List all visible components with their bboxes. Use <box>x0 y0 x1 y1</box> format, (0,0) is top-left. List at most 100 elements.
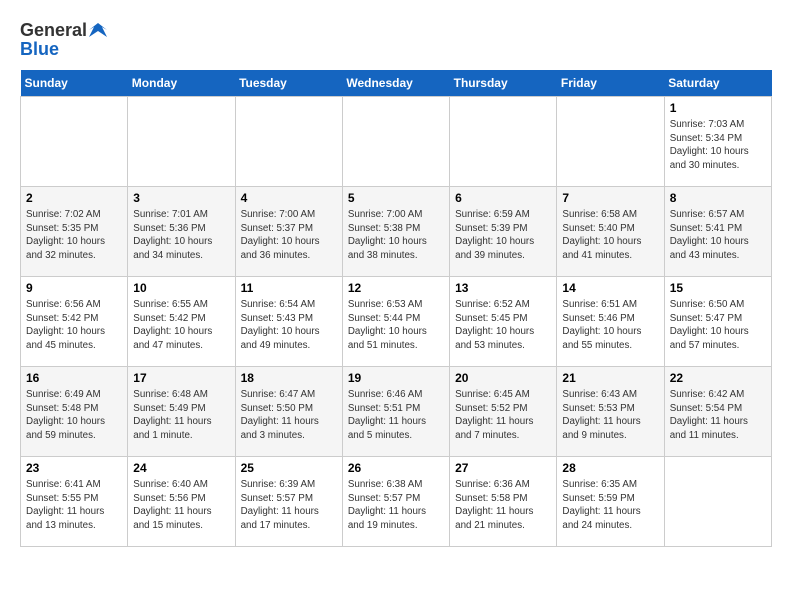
day-info: Sunrise: 6:47 AM Sunset: 5:50 PM Dayligh… <box>241 388 337 443</box>
calendar-cell: 12 Sunrise: 6:53 AM Sunset: 5:44 PM Dayli… <box>342 277 449 367</box>
calendar-cell: 2 Sunrise: 7:02 AM Sunset: 5:35 PM Daylig… <box>21 187 128 277</box>
day-number: 11 <box>241 281 337 295</box>
day-info: Sunrise: 6:38 AM Sunset: 5:57 PM Dayligh… <box>348 478 444 533</box>
calendar-week-4: 16 Sunrise: 6:49 AM Sunset: 5:48 PM Dayli… <box>21 367 772 457</box>
logo-bird-icon <box>89 23 107 37</box>
calendar-cell: 18 Sunrise: 6:47 AM Sunset: 5:50 PM Dayli… <box>235 367 342 457</box>
day-number: 19 <box>348 371 444 385</box>
calendar-cell: 10 Sunrise: 6:55 AM Sunset: 5:42 PM Dayli… <box>128 277 235 367</box>
day-info: Sunrise: 7:01 AM Sunset: 5:36 PM Dayligh… <box>133 208 229 263</box>
calendar-table: SundayMondayTuesdayWednesdayThursdayFrid… <box>20 70 772 547</box>
day-number: 2 <box>26 191 122 205</box>
logo-blue-text: Blue <box>20 39 59 60</box>
weekday-header-saturday: Saturday <box>664 70 771 97</box>
calendar-cell: 17 Sunrise: 6:48 AM Sunset: 5:49 PM Dayli… <box>128 367 235 457</box>
calendar-cell: 28 Sunrise: 6:35 AM Sunset: 5:59 PM Dayli… <box>557 457 664 547</box>
calendar-cell: 20 Sunrise: 6:45 AM Sunset: 5:52 PM Dayli… <box>450 367 557 457</box>
day-number: 14 <box>562 281 658 295</box>
weekday-header-friday: Friday <box>557 70 664 97</box>
calendar-cell: 16 Sunrise: 6:49 AM Sunset: 5:48 PM Dayli… <box>21 367 128 457</box>
day-info: Sunrise: 7:00 AM Sunset: 5:38 PM Dayligh… <box>348 208 444 263</box>
weekday-header-monday: Monday <box>128 70 235 97</box>
calendar-cell: 11 Sunrise: 6:54 AM Sunset: 5:43 PM Dayli… <box>235 277 342 367</box>
day-info: Sunrise: 6:57 AM Sunset: 5:41 PM Dayligh… <box>670 208 766 263</box>
calendar-cell: 26 Sunrise: 6:38 AM Sunset: 5:57 PM Dayli… <box>342 457 449 547</box>
day-number: 5 <box>348 191 444 205</box>
weekday-header-row: SundayMondayTuesdayWednesdayThursdayFrid… <box>21 70 772 97</box>
day-number: 16 <box>26 371 122 385</box>
calendar-cell: 27 Sunrise: 6:36 AM Sunset: 5:58 PM Dayli… <box>450 457 557 547</box>
page-header: General Blue <box>20 20 772 60</box>
day-info: Sunrise: 6:49 AM Sunset: 5:48 PM Dayligh… <box>26 388 122 443</box>
calendar-cell: 7Sunrise: 6:58 AM Sunset: 5:40 PM Daylig… <box>557 187 664 277</box>
day-number: 6 <box>455 191 551 205</box>
calendar-cell <box>664 457 771 547</box>
day-info: Sunrise: 6:55 AM Sunset: 5:42 PM Dayligh… <box>133 298 229 353</box>
calendar-cell <box>235 97 342 187</box>
weekday-header-sunday: Sunday <box>21 70 128 97</box>
day-info: Sunrise: 6:43 AM Sunset: 5:53 PM Dayligh… <box>562 388 658 443</box>
day-info: Sunrise: 7:02 AM Sunset: 5:35 PM Dayligh… <box>26 208 122 263</box>
calendar-cell: 1 Sunrise: 7:03 AM Sunset: 5:34 PM Daylig… <box>664 97 771 187</box>
calendar-week-1: 1 Sunrise: 7:03 AM Sunset: 5:34 PM Daylig… <box>21 97 772 187</box>
calendar-cell: 9 Sunrise: 6:56 AM Sunset: 5:42 PM Daylig… <box>21 277 128 367</box>
calendar-cell <box>342 97 449 187</box>
day-info: Sunrise: 6:51 AM Sunset: 5:46 PM Dayligh… <box>562 298 658 353</box>
day-info: Sunrise: 6:36 AM Sunset: 5:58 PM Dayligh… <box>455 478 551 533</box>
day-number: 20 <box>455 371 551 385</box>
day-info: Sunrise: 6:53 AM Sunset: 5:44 PM Dayligh… <box>348 298 444 353</box>
calendar-cell: 14 Sunrise: 6:51 AM Sunset: 5:46 PM Dayli… <box>557 277 664 367</box>
weekday-header-tuesday: Tuesday <box>235 70 342 97</box>
day-info: Sunrise: 7:03 AM Sunset: 5:34 PM Dayligh… <box>670 118 766 173</box>
logo-general-text: General <box>20 20 87 41</box>
day-number: 28 <box>562 461 658 475</box>
day-number: 13 <box>455 281 551 295</box>
day-number: 22 <box>670 371 766 385</box>
day-info: Sunrise: 6:50 AM Sunset: 5:47 PM Dayligh… <box>670 298 766 353</box>
day-info: Sunrise: 6:52 AM Sunset: 5:45 PM Dayligh… <box>455 298 551 353</box>
day-number: 27 <box>455 461 551 475</box>
day-number: 10 <box>133 281 229 295</box>
calendar-cell: 8 Sunrise: 6:57 AM Sunset: 5:41 PM Daylig… <box>664 187 771 277</box>
calendar-week-2: 2 Sunrise: 7:02 AM Sunset: 5:35 PM Daylig… <box>21 187 772 277</box>
day-number: 26 <box>348 461 444 475</box>
calendar-cell: 19 Sunrise: 6:46 AM Sunset: 5:51 PM Dayli… <box>342 367 449 457</box>
calendar-cell: 25Sunrise: 6:39 AM Sunset: 5:57 PM Dayli… <box>235 457 342 547</box>
day-info: Sunrise: 6:48 AM Sunset: 5:49 PM Dayligh… <box>133 388 229 443</box>
day-number: 21 <box>562 371 658 385</box>
calendar-week-3: 9 Sunrise: 6:56 AM Sunset: 5:42 PM Daylig… <box>21 277 772 367</box>
day-number: 4 <box>241 191 337 205</box>
day-info: Sunrise: 6:42 AM Sunset: 5:54 PM Dayligh… <box>670 388 766 443</box>
day-number: 17 <box>133 371 229 385</box>
calendar-cell: 24 Sunrise: 6:40 AM Sunset: 5:56 PM Dayli… <box>128 457 235 547</box>
day-info: Sunrise: 6:39 AM Sunset: 5:57 PM Dayligh… <box>241 478 337 533</box>
day-number: 3 <box>133 191 229 205</box>
day-number: 12 <box>348 281 444 295</box>
day-number: 23 <box>26 461 122 475</box>
calendar-cell: 13 Sunrise: 6:52 AM Sunset: 5:45 PM Dayli… <box>450 277 557 367</box>
day-number: 9 <box>26 281 122 295</box>
day-number: 15 <box>670 281 766 295</box>
calendar-cell: 3 Sunrise: 7:01 AM Sunset: 5:36 PM Daylig… <box>128 187 235 277</box>
day-number: 1 <box>670 101 766 115</box>
calendar-cell: 22 Sunrise: 6:42 AM Sunset: 5:54 PM Dayli… <box>664 367 771 457</box>
weekday-header-thursday: Thursday <box>450 70 557 97</box>
weekday-header-wednesday: Wednesday <box>342 70 449 97</box>
day-info: Sunrise: 6:54 AM Sunset: 5:43 PM Dayligh… <box>241 298 337 353</box>
day-info: Sunrise: 6:35 AM Sunset: 5:59 PM Dayligh… <box>562 478 658 533</box>
day-number: 18 <box>241 371 337 385</box>
logo: General Blue <box>20 20 107 60</box>
day-number: 8 <box>670 191 766 205</box>
calendar-cell <box>21 97 128 187</box>
day-info: Sunrise: 6:56 AM Sunset: 5:42 PM Dayligh… <box>26 298 122 353</box>
calendar-cell: 15 Sunrise: 6:50 AM Sunset: 5:47 PM Dayli… <box>664 277 771 367</box>
calendar-cell: 23 Sunrise: 6:41 AM Sunset: 5:55 PM Dayli… <box>21 457 128 547</box>
calendar-cell: 4Sunrise: 7:00 AM Sunset: 5:37 PM Daylig… <box>235 187 342 277</box>
day-info: Sunrise: 6:40 AM Sunset: 5:56 PM Dayligh… <box>133 478 229 533</box>
day-info: Sunrise: 6:46 AM Sunset: 5:51 PM Dayligh… <box>348 388 444 443</box>
calendar-cell <box>450 97 557 187</box>
day-info: Sunrise: 6:41 AM Sunset: 5:55 PM Dayligh… <box>26 478 122 533</box>
day-number: 24 <box>133 461 229 475</box>
calendar-cell: 6Sunrise: 6:59 AM Sunset: 5:39 PM Daylig… <box>450 187 557 277</box>
day-info: Sunrise: 6:45 AM Sunset: 5:52 PM Dayligh… <box>455 388 551 443</box>
